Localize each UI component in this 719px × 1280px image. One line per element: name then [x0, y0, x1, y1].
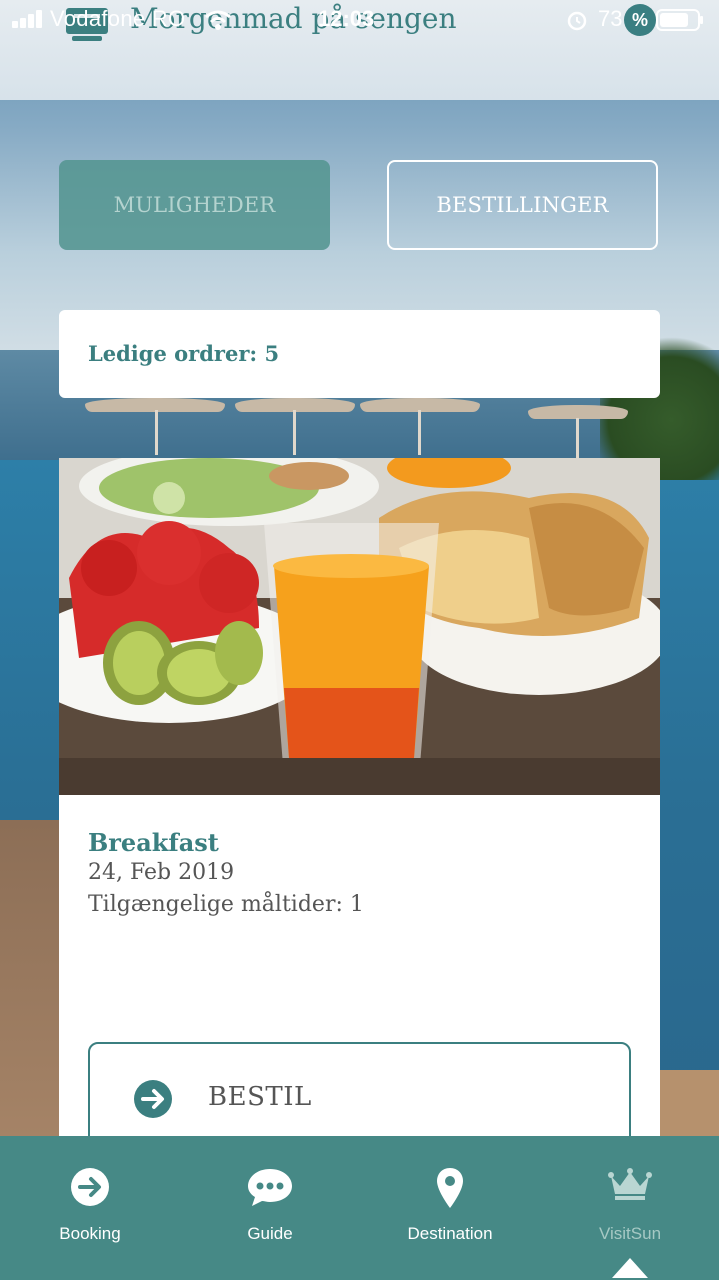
available-orders-label: Ledige ordrer: 5 — [88, 341, 280, 366]
signal-icon — [12, 10, 44, 28]
app-header: Morgenmad på sengen % Vodafone RO 12:03 … — [0, 0, 719, 100]
wifi-icon — [205, 10, 231, 30]
meal-date: 24, Feb 2019 — [88, 860, 235, 885]
battery-icon — [656, 9, 703, 31]
nav-visitsun-label: VisitSun — [598, 1224, 662, 1243]
battery-percent: 73 — [598, 6, 623, 31]
nav-destination[interactable]: Destination — [360, 1136, 540, 1280]
alarm-icon — [567, 11, 587, 31]
status-time: 12:03 — [318, 6, 375, 31]
tab-bestillinger[interactable]: BESTILLINGER — [387, 160, 658, 250]
selected-indicator — [612, 1258, 648, 1278]
nav-booking-label: Booking — [59, 1224, 121, 1243]
nav-destination-label: Destination — [407, 1224, 493, 1243]
meal-title: Breakfast — [88, 828, 219, 857]
order-button-label: BESTIL — [208, 1082, 312, 1112]
arrow-circle-icon — [134, 1080, 172, 1118]
chat-bubble-icon — [248, 1169, 292, 1206]
status-bar: Vodafone RO 12:03 73 — [0, 0, 719, 40]
nav-guide[interactable]: Guide — [180, 1136, 360, 1280]
available-orders-card: Ledige ordrer: 5 — [59, 310, 660, 398]
meal-availability: Tilgængelige måltider: 1 — [88, 892, 364, 917]
arrow-circle-icon — [71, 1168, 109, 1206]
carrier-name: Vodafone RO — [50, 6, 186, 31]
tab-muligheder[interactable]: MULIGHEDER — [59, 160, 330, 250]
nav-booking[interactable]: Booking — [0, 1136, 180, 1280]
meal-card: Breakfast 24, Feb 2019 Tilgængelige målt… — [59, 458, 660, 1158]
breakfast-photo — [59, 458, 660, 795]
nav-guide-label: Guide — [247, 1224, 293, 1243]
crown-icon — [608, 1168, 652, 1200]
map-pin-icon — [437, 1168, 463, 1208]
